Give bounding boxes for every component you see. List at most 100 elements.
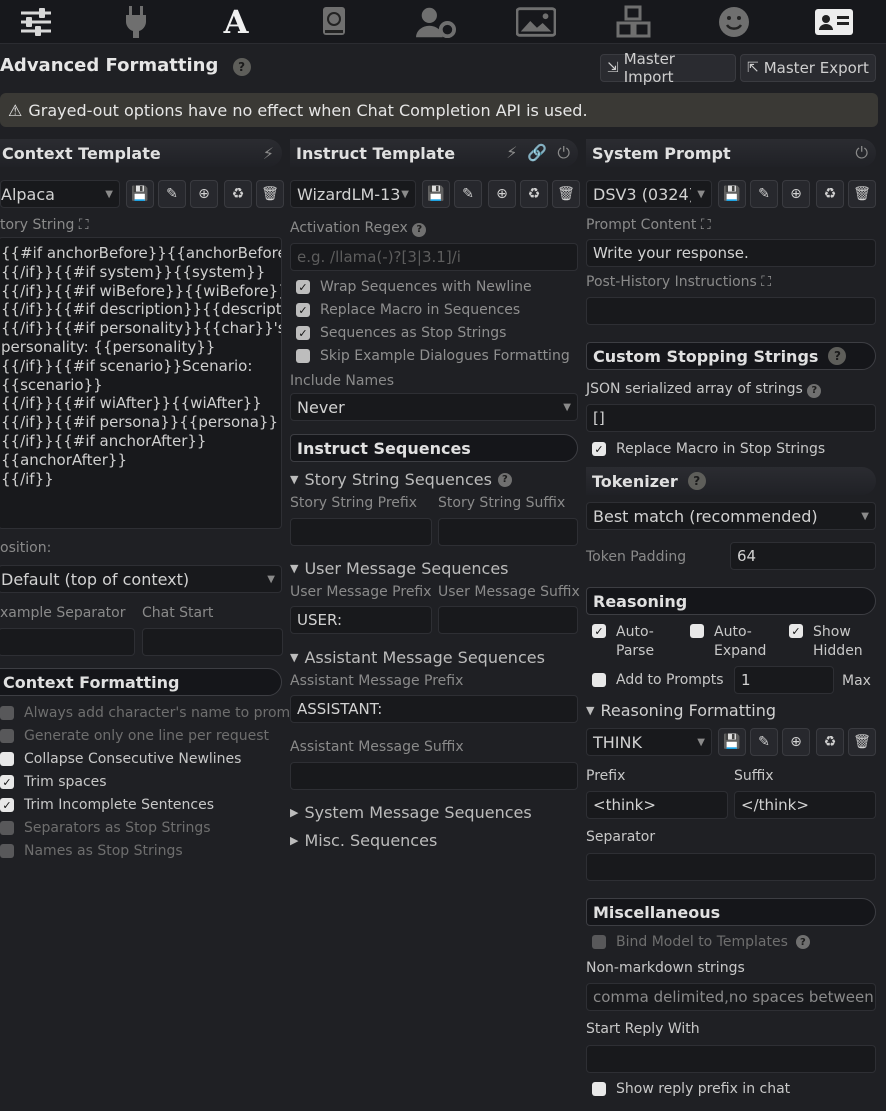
story-string-textarea[interactable]: {{#if anchorBefore}}{{anchorBefore}} {{/… [0, 237, 282, 529]
option-checkbox[interactable]: ✓ Wrap Sequences with Newline [296, 279, 532, 295]
pencil-icon[interactable]: ✎ [750, 180, 778, 208]
save-icon[interactable]: 💾 [126, 180, 154, 208]
story-string-prefix-input[interactable] [290, 518, 432, 546]
help-icon[interactable]: ? [497, 472, 512, 487]
master-import-button[interactable]: ⇲ Master Import [600, 50, 736, 86]
recycle-icon[interactable]: ♻ [520, 180, 548, 208]
recycle-icon[interactable]: ♻ [224, 180, 252, 208]
pencil-icon[interactable]: ✎ [750, 728, 778, 756]
help-icon[interactable]: ? [807, 383, 822, 398]
trash-icon[interactable]: 🗑 [848, 180, 876, 208]
misc-sequences-toggle[interactable]: ▶ Misc. Sequences [290, 831, 437, 850]
option-checkbox[interactable]: Names as Stop Strings [0, 843, 183, 859]
sliders-icon[interactable] [16, 4, 56, 40]
token-padding-input[interactable]: 64 [730, 542, 876, 570]
book-globe-icon[interactable] [314, 4, 354, 40]
user-gear-icon[interactable] [416, 4, 456, 40]
id-card-icon[interactable] [814, 4, 854, 40]
reasoning-prefix-input[interactable]: <think> [586, 791, 728, 819]
file-add-icon[interactable]: ⊕ [488, 180, 516, 208]
option-checkbox[interactable]: Separators as Stop Strings [0, 820, 211, 836]
link-icon[interactable]: 🔗 [527, 143, 547, 163]
instruct-template-select[interactable]: WizardLM-13 ▼ [290, 180, 416, 208]
show-reply-prefix-checkbox[interactable]: Show reply prefix in chat [592, 1081, 790, 1097]
file-add-icon[interactable]: ⊕ [782, 728, 810, 756]
expand-icon[interactable]: ⛶ [79, 217, 89, 233]
auto-expand-checkbox[interactable]: Auto- Expand [690, 624, 766, 661]
pencil-icon[interactable]: ✎ [158, 180, 186, 208]
tokenizer-select[interactable]: Best match (recommended) ▼ [586, 502, 876, 530]
file-add-icon[interactable]: ⊕ [190, 180, 218, 208]
show-hidden-checkbox[interactable]: ✓ Show Hidden [789, 624, 863, 661]
recycle-icon[interactable]: ♻ [816, 728, 844, 756]
trash-icon[interactable]: 🗑 [552, 180, 580, 208]
help-icon[interactable]: ? [232, 58, 251, 76]
position-select[interactable]: Default (top of context) ▼ [0, 565, 282, 593]
option-checkbox[interactable]: ✓ Trim Incomplete Sentences [0, 797, 214, 813]
file-add-icon[interactable]: ⊕ [782, 180, 810, 208]
suffix-label: Suffix [734, 768, 774, 784]
auto-parse-checkbox[interactable]: ✓ Auto- Parse [592, 624, 654, 661]
reasoning-formatting-toggle[interactable]: ▼ Reasoning Formatting [586, 701, 776, 720]
help-icon[interactable]: ? [687, 472, 706, 490]
option-checkbox[interactable]: Generate only one line per request [0, 728, 269, 744]
expand-icon[interactable]: ⛶ [701, 217, 711, 233]
user-message-sequences-toggle[interactable]: ▼ User Message Sequences [290, 559, 509, 578]
include-names-select[interactable]: Never ▼ [290, 393, 578, 421]
post-history-textarea[interactable] [586, 297, 876, 325]
master-export-button[interactable]: ⇱ Master Export [740, 54, 876, 82]
prompt-content-textarea[interactable]: Write your response. [586, 239, 876, 267]
trash-icon[interactable]: 🗑 [848, 728, 876, 756]
activation-regex-input[interactable]: e.g. /llama(-)?[3|3.1]/i [290, 243, 578, 271]
chat-start-input[interactable] [142, 628, 283, 656]
option-checkbox[interactable]: Skip Example Dialogues Formatting [296, 348, 570, 364]
option-label: Trim Incomplete Sentences [24, 797, 215, 813]
bind-model-checkbox[interactable]: Bind Model to Templates? [592, 934, 810, 950]
replace-macro-stop-label: Replace Macro in Stop Strings [616, 441, 826, 457]
font-a-icon[interactable]: A [216, 3, 256, 41]
assistant-message-prefix-input[interactable]: ASSISTANT: [290, 695, 578, 723]
example-separator-input[interactable] [0, 628, 135, 656]
expand-icon[interactable]: ⛶ [761, 274, 771, 290]
save-icon[interactable]: 💾 [718, 728, 746, 756]
option-checkbox[interactable]: ✓ Trim spaces [0, 774, 107, 790]
reasoning-suffix-input[interactable]: </think> [734, 791, 876, 819]
user-message-suffix-input[interactable] [438, 606, 578, 634]
reasoning-max-input[interactable]: 1 [734, 666, 834, 694]
context-template-select[interactable]: Alpaca ▼ [0, 180, 120, 208]
system-message-sequences-toggle[interactable]: ▶ System Message Sequences [290, 803, 532, 822]
trash-icon[interactable]: 🗑 [256, 180, 284, 208]
smiley-icon[interactable] [714, 4, 754, 40]
user-message-prefix-input[interactable]: USER: [290, 606, 432, 634]
save-icon[interactable]: 💾 [718, 180, 746, 208]
power-icon[interactable]: ⏻ [855, 143, 868, 163]
assistant-message-sequences-toggle[interactable]: ▼ Assistant Message Sequences [290, 648, 545, 667]
non-markdown-input[interactable]: comma delimited,no spaces between [586, 983, 876, 1011]
add-to-prompts-checkbox[interactable]: Add to Prompts [592, 672, 724, 688]
system-prompt-select[interactable]: DSV3 (0324) S▼ [586, 180, 712, 208]
start-reply-input[interactable] [586, 1045, 876, 1073]
save-icon[interactable]: 💾 [422, 180, 450, 208]
plug-icon[interactable] [116, 4, 156, 40]
option-checkbox[interactable]: Always add character's name to prompt [0, 705, 305, 721]
stop-strings-input[interactable]: [] [586, 404, 876, 432]
reasoning-template-select[interactable]: THINK ▼ [586, 728, 712, 756]
bolt-icon[interactable]: ⚡ [263, 144, 274, 163]
story-string-suffix-input[interactable] [438, 518, 578, 546]
option-checkbox[interactable]: ✓ Sequences as Stop Strings [296, 325, 506, 341]
option-checkbox[interactable]: Collapse Consecutive Newlines [0, 751, 241, 767]
help-icon[interactable]: ? [828, 347, 847, 365]
recycle-icon[interactable]: ♻ [816, 180, 844, 208]
story-string-sequences-toggle[interactable]: ▼ Story String Sequences? [290, 470, 512, 489]
power-icon[interactable]: ⏻ [557, 143, 570, 163]
option-checkbox[interactable]: ✓ Replace Macro in Sequences [296, 302, 520, 318]
replace-macro-stop-checkbox[interactable]: ✓ Replace Macro in Stop Strings [592, 441, 825, 457]
cubes-icon[interactable] [614, 4, 654, 40]
help-icon[interactable]: ? [412, 222, 427, 237]
reasoning-separator-input[interactable] [586, 853, 876, 881]
image-icon[interactable] [516, 4, 556, 40]
pencil-icon[interactable]: ✎ [454, 180, 482, 208]
help-icon[interactable]: ? [795, 935, 810, 949]
bolt-icon[interactable]: ⚡ [506, 143, 517, 163]
assistant-message-suffix-input[interactable] [290, 762, 578, 790]
